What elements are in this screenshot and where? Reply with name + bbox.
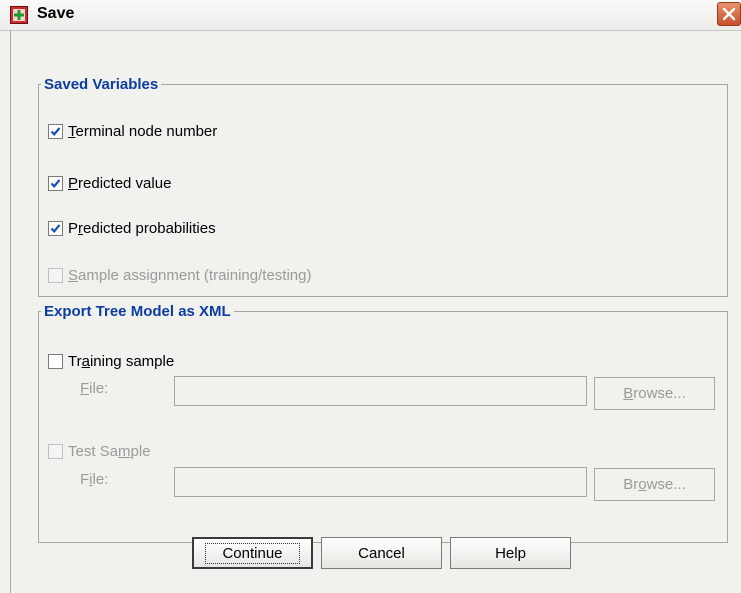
terminal-node-checkbox[interactable]: Terminal node number: [48, 123, 217, 140]
title-bar: Save: [0, 0, 741, 31]
training-sample-checkbox[interactable]: Training sample: [48, 353, 174, 370]
browse-label: Browse...: [623, 385, 686, 402]
training-file-input[interactable]: [174, 376, 587, 406]
sample-assignment-label: Sample assignment (training/testing): [68, 267, 312, 284]
test-sample-label: Test Sample: [68, 443, 151, 460]
checkbox-box[interactable]: [48, 268, 63, 283]
predicted-probabilities-checkbox[interactable]: Predicted probabilities: [48, 220, 216, 237]
cancel-button[interactable]: Cancel: [321, 537, 442, 569]
sample-assignment-checkbox[interactable]: Sample assignment (training/testing): [48, 267, 311, 284]
close-button[interactable]: [717, 2, 741, 26]
saved-variables-group: Saved Variables Terminal node number Pre…: [38, 76, 728, 297]
check-icon: [50, 179, 61, 188]
help-label: Help: [495, 544, 526, 562]
window-title: Save: [37, 5, 75, 22]
checkbox-box[interactable]: [48, 444, 63, 459]
help-button[interactable]: Help: [450, 537, 571, 569]
checkbox-box[interactable]: [48, 221, 63, 236]
checkbox-box[interactable]: [48, 176, 63, 191]
training-sample-label: Training sample: [68, 353, 175, 370]
export-xml-group: Export Tree Model as XML Training sample…: [38, 303, 728, 543]
export-xml-legend: Export Tree Model as XML: [41, 303, 234, 320]
browse-label: Browse...: [623, 476, 686, 493]
dialog-body: Saved Variables Terminal node number Pre…: [10, 30, 741, 593]
terminal-node-label: Terminal node number: [68, 123, 218, 140]
checkbox-box[interactable]: [48, 124, 63, 139]
test-browse-button[interactable]: Browse...: [594, 468, 715, 501]
test-file-input[interactable]: [174, 467, 587, 497]
saved-variables-legend: Saved Variables: [41, 76, 162, 93]
continue-button[interactable]: Continue: [192, 537, 313, 569]
training-file-label: File:: [80, 380, 109, 397]
app-icon: [10, 6, 28, 24]
continue-label: Continue: [205, 542, 300, 564]
close-icon: [722, 7, 736, 21]
cancel-label: Cancel: [358, 544, 405, 562]
predicted-value-checkbox[interactable]: Predicted value: [48, 175, 171, 192]
predicted-value-label: Predicted value: [68, 175, 172, 192]
test-file-label: File:: [80, 471, 109, 488]
check-icon: [50, 127, 61, 136]
training-browse-button[interactable]: Browse...: [594, 377, 715, 410]
test-sample-checkbox[interactable]: Test Sample: [48, 443, 151, 460]
check-icon: [50, 224, 61, 233]
checkbox-box[interactable]: [48, 354, 63, 369]
predicted-probabilities-label: Predicted probabilities: [68, 220, 216, 237]
